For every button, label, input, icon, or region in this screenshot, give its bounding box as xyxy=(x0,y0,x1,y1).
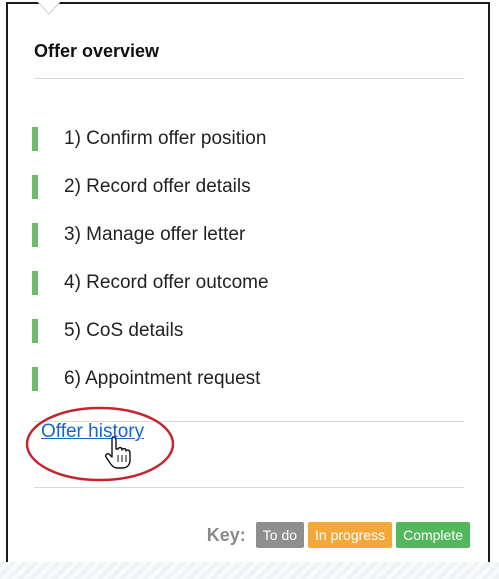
title-divider xyxy=(34,78,464,79)
todo-badge: To do xyxy=(255,522,305,548)
step-status-bar xyxy=(32,319,38,343)
step-label: 5) CoS details xyxy=(64,320,184,341)
step-label: 3) Manage offer letter xyxy=(64,224,246,245)
panel-title: Offer overview xyxy=(34,41,160,61)
key-label: Key: xyxy=(206,524,246,545)
panel-notch xyxy=(38,2,60,15)
link-divider xyxy=(34,487,464,488)
complete-badge: Complete xyxy=(396,522,470,548)
step-label: 6) Appointment request xyxy=(64,368,261,389)
step-item[interactable]: 4) Record offer outcome xyxy=(32,271,269,295)
step-label: 2) Record offer details xyxy=(64,176,251,197)
offer-steps-list: 1) Confirm offer position 2) Record offe… xyxy=(32,127,269,415)
step-item[interactable]: 5) CoS details xyxy=(32,319,269,343)
background-stripe xyxy=(0,562,499,579)
offer-overview-panel: Offer overview 1) Confirm offer position… xyxy=(6,2,490,562)
step-item[interactable]: 2) Record offer details xyxy=(32,175,269,199)
step-item[interactable]: 3) Manage offer letter xyxy=(32,223,269,247)
step-label: 4) Record offer outcome xyxy=(64,272,269,293)
step-status-bar xyxy=(32,127,38,151)
step-item[interactable]: 1) Confirm offer position xyxy=(32,127,269,151)
status-key: Key: To do In progress Complete xyxy=(207,522,470,548)
in-progress-badge: In progress xyxy=(308,522,393,548)
step-status-bar xyxy=(32,175,38,199)
hand-pointer-icon xyxy=(105,436,131,469)
step-item[interactable]: 6) Appointment request xyxy=(32,367,269,391)
step-status-bar xyxy=(32,271,38,295)
step-status-bar xyxy=(32,223,38,247)
step-status-bar xyxy=(32,367,38,391)
annotation-circle xyxy=(25,406,175,482)
step-label: 1) Confirm offer position xyxy=(64,128,267,149)
